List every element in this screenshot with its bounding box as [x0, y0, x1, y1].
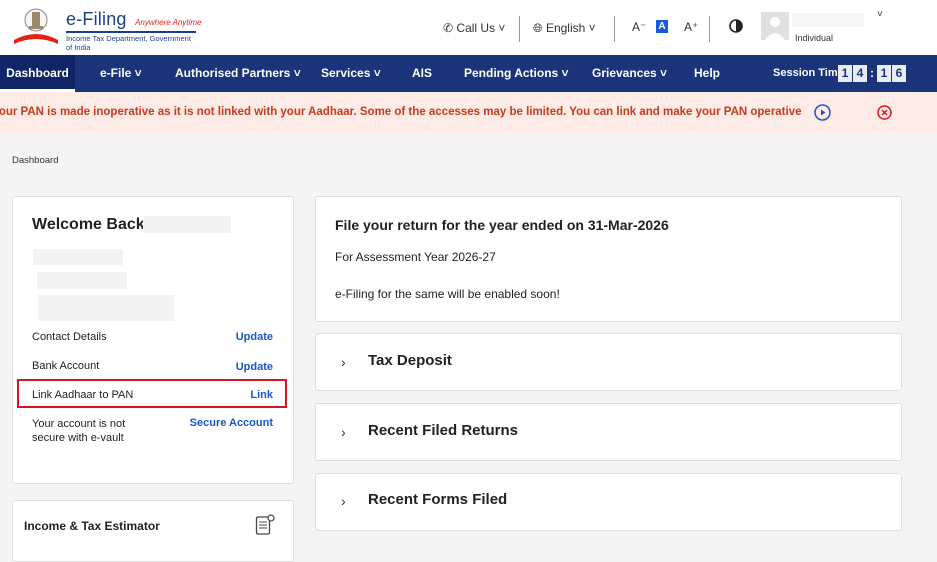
- secure-account-link[interactable]: Secure Account: [170, 417, 273, 429]
- user-role: Individual: [795, 33, 834, 43]
- chevron-right-icon[interactable]: ›: [341, 424, 346, 440]
- font-increase-button[interactable]: A⁺: [684, 20, 698, 34]
- evault-status-label-2: secure with e-vault: [32, 432, 124, 444]
- divider: [614, 16, 615, 42]
- link-aadhaar-link[interactable]: Link: [200, 389, 273, 401]
- update-bank-link[interactable]: Update: [200, 361, 273, 373]
- welcome-title: Welcome Back,: [32, 216, 150, 233]
- play-circle-icon[interactable]: [814, 104, 831, 121]
- user-menu-chevron-icon[interactable]: ˅: [877, 9, 883, 20]
- divider: [709, 16, 710, 42]
- font-normal-button[interactable]: A: [656, 20, 668, 33]
- globe-icon: 🌐︎: [533, 21, 543, 35]
- chevron-right-icon[interactable]: ›: [341, 493, 346, 509]
- brand-tagline: Anywhere Anytime: [135, 18, 202, 27]
- brand-subtitle: Income Tax Department, Government of Ind…: [66, 31, 196, 52]
- nav-ais[interactable]: AIS: [412, 55, 432, 92]
- efiling-note: e-Filing for the same will be enabled so…: [335, 287, 560, 301]
- main-nav: Dashboard e-File ˅ Authorised Partners ˅…: [0, 55, 937, 92]
- session-digit: 6: [892, 65, 906, 82]
- session-digit: 4: [853, 65, 867, 82]
- user-icon: [765, 17, 785, 40]
- call-us-button[interactable]: ✆ Call Us ˅: [443, 21, 505, 35]
- breadcrumb[interactable]: Dashboard: [12, 155, 58, 166]
- chevron-right-icon[interactable]: ›: [341, 354, 346, 370]
- redacted-field: [33, 249, 123, 265]
- contrast-toggle-icon[interactable]: [728, 18, 744, 34]
- redacted-field: [38, 295, 174, 321]
- phone-icon: ✆: [443, 21, 454, 35]
- evault-status-label: Your account is not: [32, 418, 126, 430]
- file-return-title: File your return for the year ended on 3…: [335, 217, 669, 233]
- session-digit: 1: [877, 65, 891, 82]
- contact-details-label: Contact Details: [32, 331, 107, 343]
- language-selector[interactable]: 🌐︎ English ˅: [533, 21, 596, 36]
- language-label: English: [545, 21, 586, 35]
- pan-inoperative-alert: Your PAN is made inoperative as it is no…: [0, 92, 937, 133]
- session-time-label: Session Time: [773, 67, 844, 79]
- estimator-label[interactable]: Income & Tax Estimator: [24, 519, 160, 533]
- session-colon: :: [870, 66, 874, 80]
- nav-grievances[interactable]: Grievances ˅: [592, 55, 667, 92]
- nav-dashboard[interactable]: Dashboard: [0, 55, 75, 92]
- alert-message: Your PAN is made inoperative as it is no…: [0, 106, 802, 118]
- update-contact-link[interactable]: Update: [200, 331, 273, 343]
- nav-e-file[interactable]: e-File ˅: [100, 55, 142, 92]
- chevron-down-icon: ˅: [498, 21, 506, 35]
- nav-pending-actions[interactable]: Pending Actions ˅: [464, 55, 569, 92]
- user-avatar[interactable]: [761, 12, 789, 40]
- top-header: e-Filing Anywhere Anytime Income Tax Dep…: [0, 0, 937, 55]
- call-us-label: Call Us: [456, 21, 496, 35]
- chevron-down-icon: ˅: [588, 21, 596, 35]
- nav-help[interactable]: Help: [694, 55, 720, 92]
- font-decrease-button[interactable]: A⁻: [632, 20, 646, 34]
- user-name-redacted: [792, 13, 864, 27]
- redacted-name: [143, 216, 231, 233]
- assessment-year: For Assessment Year 2026-27: [335, 250, 496, 264]
- accordion-label[interactable]: Tax Deposit: [368, 352, 452, 369]
- brand[interactable]: e-Filing Anywhere Anytime Income Tax Dep…: [66, 9, 201, 52]
- accordion-label[interactable]: Recent Filed Returns: [368, 422, 518, 439]
- session-digit: 1: [838, 65, 852, 82]
- close-circle-icon[interactable]: [877, 105, 892, 120]
- nav-services[interactable]: Services ˅: [321, 55, 381, 92]
- redacted-field: [37, 272, 127, 289]
- nav-authorised-partners[interactable]: Authorised Partners ˅: [175, 55, 301, 92]
- calculator-icon[interactable]: [255, 514, 275, 536]
- emblem-logo-icon[interactable]: [12, 6, 60, 46]
- accordion-label[interactable]: Recent Forms Filed: [368, 491, 507, 508]
- link-aadhaar-label: Link Aadhaar to PAN: [32, 389, 134, 401]
- bank-account-label: Bank Account: [32, 360, 100, 372]
- divider: [519, 16, 520, 42]
- brand-name: e-Filing: [66, 9, 127, 29]
